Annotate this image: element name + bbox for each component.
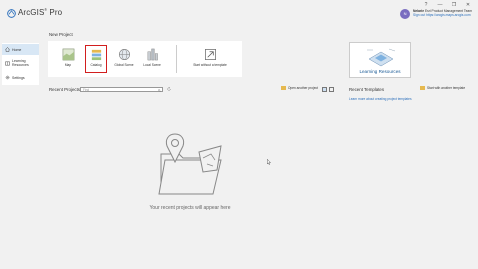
user-account[interactable]: N Nelarie Esri Product Management Team S…: [400, 9, 472, 19]
open-another-project-button[interactable]: Open another project: [281, 86, 318, 90]
search-icon[interactable]: [158, 88, 161, 92]
start-without-template-tile[interactable]: Start without a template: [193, 46, 227, 72]
tile-label: Catalog: [90, 63, 102, 67]
book-icon: [5, 61, 10, 65]
new-local-scene-tile[interactable]: Local Scene: [142, 46, 162, 72]
new-global-scene-tile[interactable]: Global Scene: [114, 46, 134, 72]
minimize-button[interactable]: —: [436, 2, 444, 8]
new-project-heading: New Project: [49, 32, 73, 37]
avatar[interactable]: N: [400, 9, 411, 19]
learning-illustration-icon: [367, 48, 396, 67]
arcgis-logo-icon: [7, 9, 16, 18]
sidebar-item-settings[interactable]: Settings: [2, 72, 39, 83]
empty-projects-illustration: [158, 133, 222, 195]
search-placeholder: Find: [83, 88, 90, 92]
sidebar-item-label: Learning Resources: [12, 59, 29, 67]
new-catalog-tile[interactable]: Catalog: [85, 45, 107, 73]
arrow-icon: [204, 49, 216, 60]
sign-out-link[interactable]: Sign out: [413, 13, 425, 17]
refresh-icon[interactable]: [167, 87, 171, 91]
empty-state-message: Your recent projects will appear here: [149, 205, 231, 211]
app-title: ArcGIS® Pro: [18, 8, 62, 17]
learning-resources-label: Learning Resources: [359, 69, 401, 74]
recent-templates-heading: Recent Templates: [349, 87, 385, 92]
tile-label: Global Scene: [114, 63, 134, 67]
list-view-button[interactable]: [329, 87, 334, 92]
folder-icon: [420, 86, 425, 90]
tile-label: Local Scene: [143, 63, 161, 67]
portal-link[interactable]: https://arcgis.maps.arcgis.com: [426, 13, 471, 17]
gear-icon: [5, 75, 10, 80]
close-button[interactable]: ✕: [464, 2, 472, 8]
sidebar: Home Learning Resources Settings: [2, 43, 39, 85]
divider: [176, 45, 177, 73]
new-project-panel: Map Catalog Global Scene Local Scene Sta: [48, 41, 242, 77]
learning-resources-card[interactable]: Learning Resources: [349, 42, 411, 78]
mouse-cursor-icon: [267, 159, 271, 165]
help-button[interactable]: ?: [422, 2, 430, 8]
tile-label: Start without a template: [193, 63, 227, 67]
search-input[interactable]: Find: [80, 87, 163, 92]
sidebar-item-label: Settings: [12, 75, 25, 80]
user-info: Nelarie Esri Product Management Team Sig…: [413, 9, 472, 17]
sidebar-item-home[interactable]: Home: [2, 44, 39, 55]
open-another-label: Open another project: [288, 86, 318, 90]
window-controls: ? — ❐ ✕: [422, 2, 472, 8]
app-title-suffix: Pro: [49, 8, 63, 17]
restore-button[interactable]: ❐: [450, 2, 458, 8]
new-map-tile[interactable]: Map: [58, 46, 78, 72]
map-icon: [62, 48, 74, 61]
globe-icon: [118, 49, 130, 60]
tile-label: Map: [64, 63, 72, 67]
sidebar-item-label: Home: [12, 47, 22, 52]
home-icon: [5, 47, 10, 52]
learn-templates-link[interactable]: Learn more about creating project templa…: [349, 97, 412, 101]
start-another-label: Start with another template: [427, 86, 466, 90]
tile-view-button[interactable]: [322, 87, 327, 92]
local-scene-icon: [147, 48, 158, 61]
start-another-template-button[interactable]: Start with another template: [420, 86, 465, 90]
app-title-text: ArcGIS: [18, 8, 45, 17]
folder-icon: [281, 86, 286, 90]
recent-projects-heading: Recent Projects: [49, 87, 80, 92]
sidebar-item-learning-resources[interactable]: Learning Resources: [2, 57, 39, 69]
registered-mark: ®: [44, 8, 48, 12]
catalog-icon: [91, 49, 101, 61]
